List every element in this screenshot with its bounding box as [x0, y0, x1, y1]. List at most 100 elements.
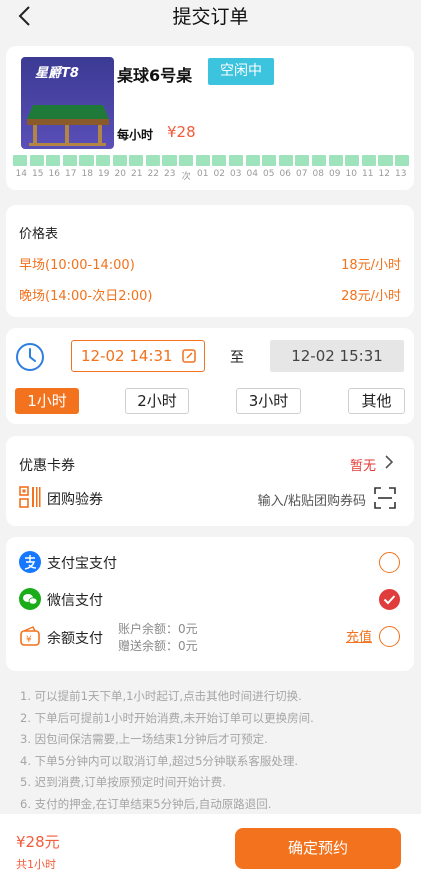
hour-label: 19 [98, 169, 110, 179]
alipay-icon [19, 551, 41, 573]
hour-label: 05 [263, 169, 275, 179]
availability-slot [179, 155, 194, 166]
availability-slot [278, 155, 293, 166]
note-line: 3. 因包间保洁需要,上一场结束1分钟后才可预定. [20, 732, 268, 746]
total-duration: 共1小时 [16, 858, 56, 871]
availability-slot [145, 155, 160, 166]
availability-slot [345, 155, 360, 166]
availability-slot [262, 155, 277, 166]
hour-label: 02 [213, 169, 225, 179]
balance-info: 账户余额：0元 赠送余额：0元 [118, 621, 198, 655]
balance-label: 余额支付 [47, 631, 103, 647]
hour-label: 01 [197, 169, 209, 179]
order-notes: 1. 可以提前1天下单,1小时起订,点击其他时间进行切换. 2. 下单后可提前1… [20, 686, 410, 814]
coupon-value[interactable]: 暂无 [350, 455, 376, 474]
availability-slot [129, 155, 144, 166]
time-card: 12-02 14:31 至 12-02 15:31 1小时 2小时 3小时 其他 [6, 328, 414, 424]
availability-slot [245, 155, 260, 166]
note-line: 4. 下单5分钟内可以取消订单,超过5分钟联系客服处理. [20, 753, 299, 768]
page-title: 提交订单 [172, 6, 249, 28]
availability-slot [79, 155, 94, 166]
hour-label: 03 [230, 169, 242, 179]
duration-1h-button[interactable]: 1小时 [15, 388, 79, 414]
price-table-card: 价格表 早场(10:00-14:00) 18元/小时 晚场(14:00-次日2:… [6, 205, 414, 317]
hour-label: 09 [329, 169, 341, 179]
rate-price: ¥28 [167, 123, 196, 141]
recharge-link[interactable]: 充值 [346, 626, 372, 645]
availability-slot [13, 155, 28, 166]
availability-slot [162, 155, 177, 166]
duration-other-button[interactable]: 其他 [348, 388, 405, 414]
scan-icon[interactable] [374, 487, 396, 509]
hour-label: 04 [246, 169, 258, 179]
coupon-label: 优惠卡券 [19, 458, 75, 474]
svg-text:¥: ¥ [26, 635, 32, 645]
hour-label: 10 [345, 169, 357, 179]
note-line: 5. 迟到消费,订单按原预定时间开始计费. [20, 775, 226, 789]
availability-slot [29, 155, 44, 166]
hour-label: 18 [81, 169, 93, 179]
hour-label: 08 [312, 169, 324, 179]
hour-label: 13 [395, 169, 407, 179]
price-row-label: 早场(10:00-14:00) [19, 258, 135, 273]
wechat-label: 微信支付 [47, 593, 103, 609]
note-line: 1. 可以提前1天下单,1小时起订,点击其他时间进行切换. [20, 689, 302, 703]
note-line: 6. 支付的押金,在订单结束5分钟后,自动原路退回. [20, 796, 272, 811]
hour-label: 21 [131, 169, 143, 179]
total-price: ¥28元 [16, 833, 60, 851]
availability-slot [212, 155, 227, 166]
nav-bar: 提交订单 [0, 0, 421, 40]
start-time-value: 12-02 14:31 [81, 347, 173, 365]
price-row-evening: 晚场(14:00-次日2:00) 28元/小时 [19, 285, 401, 304]
rate-label: 每小时 [117, 128, 154, 142]
hour-label: 20 [114, 169, 126, 179]
wechat-icon [19, 588, 41, 610]
start-time-picker[interactable]: 12-02 14:31 [71, 340, 205, 372]
availability-slot [228, 155, 244, 166]
wallet-icon: ¥ [19, 626, 41, 648]
hour-label: 14 [15, 169, 27, 179]
table-thumbnail: 星爵T8 [21, 57, 114, 149]
duration-3h-button[interactable]: 3小时 [236, 388, 301, 414]
availability-slot [328, 155, 343, 166]
price-row-value: 28元/小时 [341, 289, 401, 304]
price-row-value: 18元/小时 [341, 258, 401, 273]
availability-slot [378, 155, 393, 166]
checkmark-icon [383, 594, 395, 604]
status-badge: 空闲中 [208, 58, 274, 85]
barcode-icon [19, 486, 41, 508]
wechat-radio[interactable] [379, 589, 400, 610]
confirm-booking-button[interactable]: 确定预约 [235, 828, 401, 869]
availability-slot [195, 155, 210, 166]
availability-slot [295, 155, 310, 166]
logo-text: 星爵T8 [35, 65, 79, 81]
alipay-radio[interactable] [379, 552, 400, 573]
payment-card: 支付宝支付 微信支付 ¥ 余额支付 账户余额：0元 赠送余额：0元 充值 [6, 537, 414, 671]
hour-label: 23 [164, 169, 176, 179]
clock-icon [16, 343, 44, 371]
table-name: 桌球6号桌 [117, 66, 193, 85]
availability-hour-labels: 14 15 16 17 18 19 20 21 22 23 次 01 02 03 04 05 06 07 08 09 1… [13, 169, 409, 182]
price-table-title: 价格表 [19, 227, 59, 242]
availability-slot [361, 155, 376, 166]
hour-label: 11 [362, 169, 374, 179]
hour-label: 07 [296, 169, 308, 179]
availability-slot [311, 155, 327, 166]
hour-label: 17 [65, 169, 77, 179]
to-label: 至 [230, 350, 244, 366]
alipay-label: 支付宝支付 [47, 556, 117, 572]
hour-label: 15 [32, 169, 44, 179]
duration-2h-button[interactable]: 2小时 [125, 388, 189, 414]
groupbuy-code-input[interactable]: 输入/粘贴团购券码 [258, 490, 366, 509]
gift-balance: 赠送余额：0元 [118, 639, 198, 653]
groupbuy-label: 团购验券 [47, 492, 103, 508]
chevron-right-icon[interactable] [383, 455, 395, 469]
availability-slot [62, 155, 77, 166]
hour-label: 16 [48, 169, 60, 179]
availability-slot [395, 155, 410, 166]
balance-radio[interactable] [379, 626, 400, 647]
end-time-display[interactable]: 12-02 15:31 [270, 340, 404, 372]
price-row-morning: 早场(10:00-14:00) 18元/小时 [19, 254, 401, 273]
bottom-bar: ¥28元 共1小时 确定预约 [0, 814, 421, 877]
availability-bar [13, 155, 410, 166]
